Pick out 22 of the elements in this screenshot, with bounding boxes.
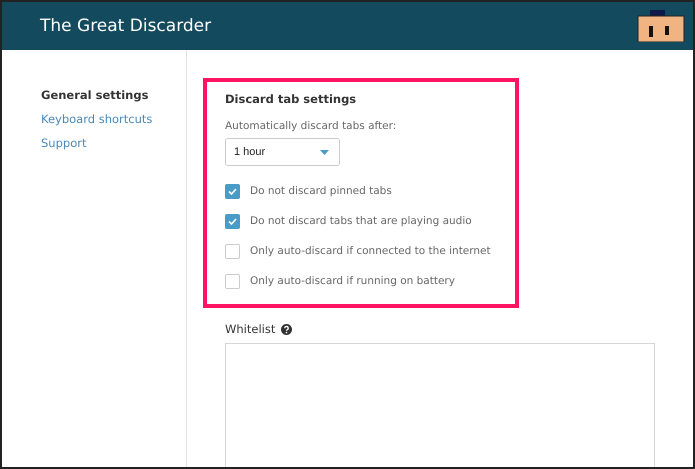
option-label: Do not discard pinned tabs: [250, 185, 392, 197]
section-title: Discard tab settings: [225, 92, 358, 106]
checkbox[interactable]: [225, 274, 240, 288]
whitelist-label: Whitelist: [225, 322, 276, 336]
caret-icon: [320, 150, 329, 154]
help-icon[interactable]: [281, 324, 292, 334]
option-label: Do not discard tabs that are playing audio: [250, 215, 472, 227]
timeout-label: Automatically discard tabs after:: [225, 120, 398, 132]
timeout-dropdown[interactable]: 1 hour: [225, 138, 340, 166]
checkbox[interactable]: [225, 214, 240, 228]
check-icon: [228, 188, 237, 194]
sidebar-link[interactable]: Keyboard shortcuts: [41, 112, 186, 126]
option-label: Only auto-discard if running on battery: [250, 275, 455, 287]
checkbox[interactable]: [225, 184, 240, 198]
plug-icon: [637, 10, 685, 42]
app-title: The Great Discarder: [40, 16, 212, 36]
whitelist-field[interactable]: [225, 343, 655, 467]
checkbox[interactable]: [225, 244, 240, 258]
option-label: Only auto-discard if connected to the internet: [250, 245, 491, 257]
sidebar-link[interactable]: Support: [41, 136, 186, 150]
check-icon: [228, 218, 237, 224]
sidebar-link[interactable]: General settings: [41, 88, 186, 102]
